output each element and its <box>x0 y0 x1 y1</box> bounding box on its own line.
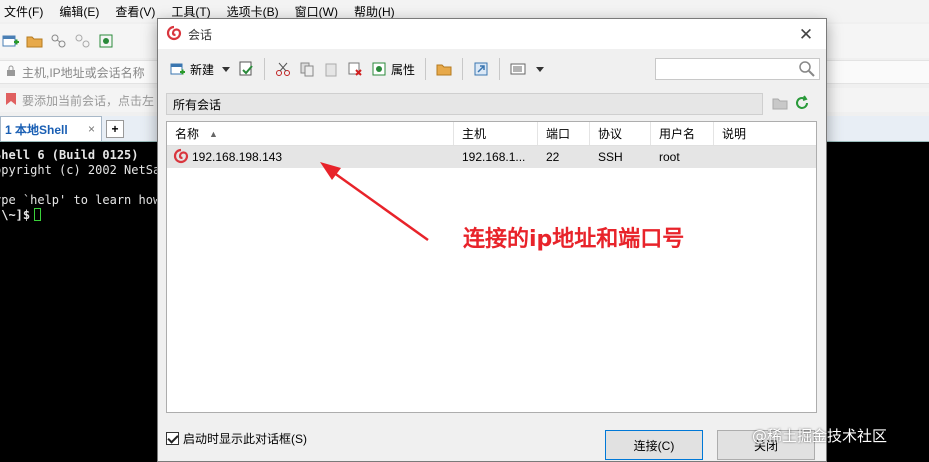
properties-button[interactable]: 属性 <box>367 57 419 81</box>
session-search-input[interactable] <box>655 58 820 80</box>
dropdown-arrow-icon <box>536 62 545 76</box>
view-mode-button[interactable] <box>506 57 548 81</box>
show-on-startup-checkbox[interactable] <box>166 432 179 445</box>
toolbar-separator <box>462 58 464 80</box>
column-protocol-label: 协议 <box>598 127 623 141</box>
session-host: 192.168.1... <box>462 150 526 164</box>
refresh-icon[interactable] <box>794 95 810 114</box>
session-port: 22 <box>546 150 560 164</box>
column-description-label: 说明 <box>722 127 747 141</box>
session-user: root <box>659 150 680 164</box>
column-host-label: 主机 <box>462 127 487 141</box>
save-session-button[interactable] <box>234 57 258 81</box>
toolbar-separator <box>264 58 266 80</box>
connect-button[interactable]: 连接(C) <box>605 430 703 460</box>
properties-icon <box>372 62 386 76</box>
lock-icon <box>6 65 16 80</box>
column-protocol[interactable]: 协议 <box>590 122 651 145</box>
dialog-close-icon[interactable]: ✕ <box>796 25 816 45</box>
dropdown-arrow-icon <box>222 62 231 76</box>
new-dropdown-button[interactable] <box>218 57 234 81</box>
paste-button[interactable] <box>319 57 343 81</box>
annotation-text: 连接的ip地址和端口号 <box>463 227 685 252</box>
folder-up-icon[interactable] <box>772 96 788 113</box>
new-session-label: 新建 <box>190 62 215 77</box>
show-on-startup-label: 启动时显示此对话框(S) <box>183 432 307 446</box>
new-folder-button[interactable] <box>432 57 456 81</box>
session-name-cell: 192.168.198.143 <box>167 146 454 168</box>
session-description <box>714 146 799 168</box>
folder-icon <box>436 64 452 76</box>
sort-ascending-icon: ▲ <box>209 128 218 139</box>
session-list-header: 名称 ▲ 主机 端口 协议 用户名 说明 <box>167 122 816 146</box>
terminal-cursor <box>34 208 42 221</box>
settings-icon[interactable] <box>98 33 116 49</box>
tab-local-shell[interactable]: 1 本地Shell × <box>0 116 102 141</box>
tab-label: 1 本地Shell <box>5 122 68 137</box>
menu-edit[interactable]: 编辑(E) <box>59 3 99 20</box>
cut-icon <box>276 62 291 76</box>
unlink-icon[interactable] <box>74 33 92 49</box>
xshell-logo-icon <box>166 25 182 44</box>
open-folder-icon[interactable] <box>26 33 44 49</box>
column-name-label: 名称 <box>175 127 200 141</box>
address-placeholder: 主机,IP地址或会话名称 <box>22 65 145 80</box>
cut-button[interactable] <box>271 57 295 81</box>
menu-tools[interactable]: 工具(T) <box>171 3 210 20</box>
list-view-icon <box>510 63 526 75</box>
show-on-startup-option[interactable]: 启动时显示此对话框(S) <box>166 430 307 447</box>
watermark: @稀土掘金技术社区 <box>752 427 888 445</box>
column-port-label: 端口 <box>546 127 571 141</box>
search-icon[interactable] <box>798 60 816 81</box>
new-session-icon[interactable] <box>2 33 20 49</box>
menu-window[interactable]: 窗口(W) <box>295 3 338 20</box>
column-name[interactable]: 名称 ▲ <box>167 122 454 145</box>
link-icon[interactable] <box>50 33 68 49</box>
column-port[interactable]: 端口 <box>538 122 590 145</box>
column-host[interactable]: 主机 <box>454 122 538 145</box>
delete-button[interactable] <box>343 57 367 81</box>
terminal-prompt: :\~]$ <box>0 208 31 222</box>
session-path-text: 所有会话 <box>173 97 222 112</box>
tab-close-icon[interactable]: × <box>88 122 95 136</box>
toolbar-separator <box>425 58 427 80</box>
menu-tabs[interactable]: 选项卡(B) <box>227 3 279 20</box>
shortcut-button[interactable] <box>469 57 493 81</box>
column-username-label: 用户名 <box>659 127 696 141</box>
menu-file[interactable]: 文件(F) <box>4 3 43 20</box>
session-list: 名称 ▲ 主机 端口 协议 用户名 说明 192.168.198.143 192… <box>166 121 817 413</box>
menu-view[interactable]: 查看(V) <box>115 3 155 20</box>
dialog-titlebar: 会话 <box>158 19 826 49</box>
dialog-title: 会话 <box>188 27 213 42</box>
session-name: 192.168.198.143 <box>192 150 283 164</box>
new-session-icon <box>170 63 185 75</box>
session-path-bar: 所有会话 <box>166 93 763 115</box>
session-row[interactable]: 192.168.198.143 192.168.1... 22 SSH root <box>167 146 816 168</box>
delete-icon <box>348 62 362 76</box>
session-icon <box>173 148 189 167</box>
copy-button[interactable] <box>295 57 319 81</box>
path-actions <box>772 95 810 114</box>
properties-label: 属性 <box>391 62 416 77</box>
toolbar-separator <box>499 58 501 80</box>
bookmark-icon <box>4 92 18 109</box>
hint-text: 要添加当前会话，点击左 <box>22 93 155 108</box>
column-username[interactable]: 用户名 <box>651 122 714 145</box>
session-protocol: SSH <box>598 150 623 164</box>
new-session-button[interactable]: 新建 <box>166 57 218 81</box>
menu-help[interactable]: 帮助(H) <box>354 3 395 20</box>
shortcut-icon <box>474 62 488 76</box>
save-session-icon <box>239 61 253 76</box>
add-tab-button[interactable]: + <box>106 120 124 138</box>
paste-icon <box>325 63 337 77</box>
column-description[interactable]: 说明 <box>714 122 799 145</box>
copy-icon <box>300 62 314 77</box>
